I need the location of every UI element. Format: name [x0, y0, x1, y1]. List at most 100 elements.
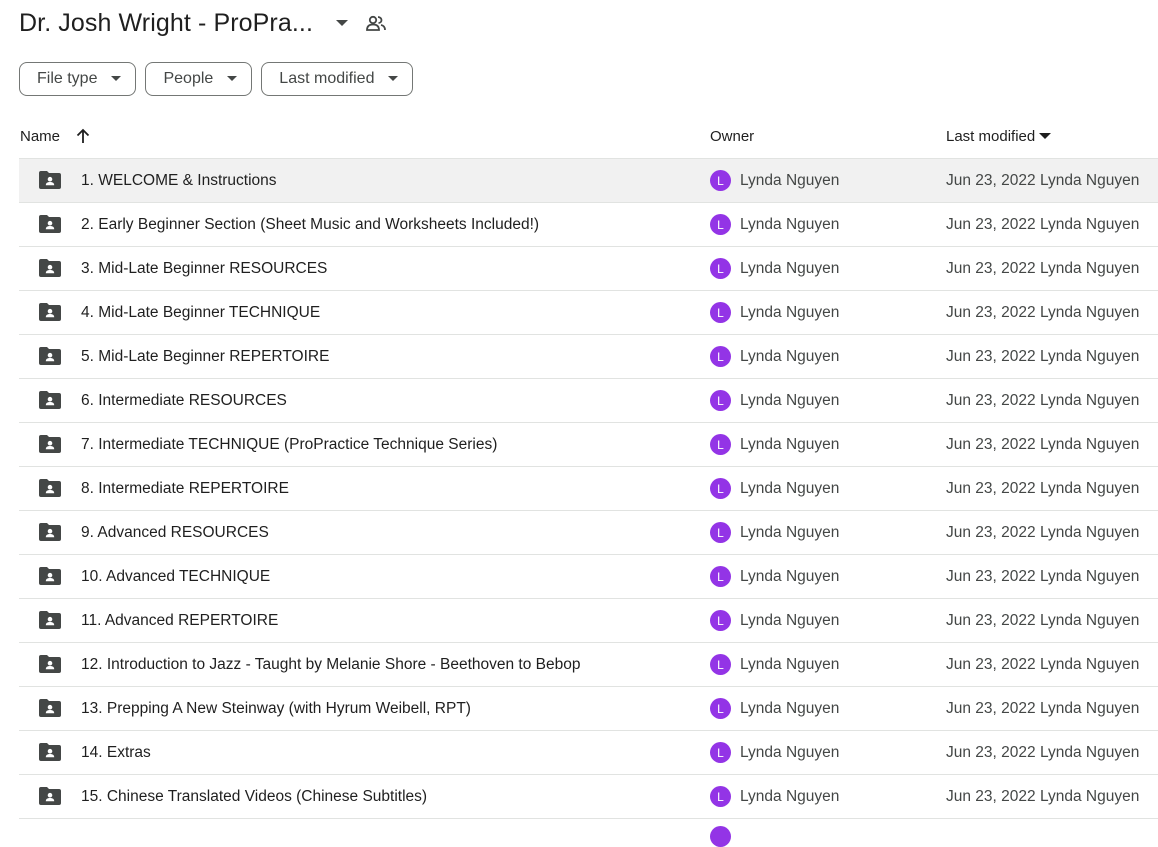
last-modified-filter-chip[interactable]: Last modified	[261, 62, 414, 96]
column-header-owner: Owner	[710, 114, 754, 158]
owner-name: Lynda Nguyen	[740, 171, 840, 189]
file-name: 15. Chinese Translated Videos (Chinese S…	[81, 787, 428, 805]
file-name: 13. Prepping A New Steinway (with Hyrum …	[81, 699, 471, 717]
table-row[interactable]: 9. Advanced RESOURCES L Lynda Nguyen Jun 23…	[19, 511, 1158, 555]
last-modified: Jun 23, 2022 Lynda Nguyen	[946, 787, 1140, 805]
table-row[interactable]: 5. Mid-Late Beginner REPERTOIRE L Lynda Ng…	[19, 335, 1158, 379]
shared-folder-icon	[39, 171, 61, 189]
owner-name: Lynda Nguyen	[740, 259, 840, 277]
column-header-last-modified[interactable]: Last modified	[946, 114, 1052, 158]
file-list-table: Name Owner Last modified 1. WELCOME & In…	[19, 114, 1158, 819]
avatar	[710, 826, 731, 847]
owner-name: Lynda Nguyen	[740, 787, 840, 805]
owner-name: Lynda Nguyen	[740, 435, 840, 453]
arrow-drop-down-icon	[388, 76, 399, 82]
folder-title[interactable]: Dr. Josh Wright - ProPra...	[19, 9, 313, 38]
table-row[interactable]: 11. Advanced REPERTOIRE L Lynda Nguyen Jun …	[19, 599, 1158, 643]
column-label: Owner	[710, 127, 755, 145]
owner-name: Lynda Nguyen	[740, 743, 840, 761]
last-modified: Jun 23, 2022 Lynda Nguyen	[946, 611, 1140, 629]
last-modified: Jun 23, 2022 Lynda Nguyen	[946, 479, 1140, 497]
owner-name: Lynda Nguyen	[740, 215, 840, 233]
avatar: L	[710, 566, 731, 587]
table-row[interactable]: 12. Introduction to Jazz - Taught by Mel…	[19, 643, 1158, 687]
table-row[interactable]: 6. Intermediate RESOURCES L Lynda Nguyen Ju…	[19, 379, 1158, 423]
avatar: L	[710, 742, 731, 763]
arrow-drop-down-icon[interactable]	[327, 8, 357, 38]
owner-name: Lynda Nguyen	[740, 303, 840, 321]
avatar: L	[710, 170, 731, 191]
shared-folder-icon	[39, 787, 61, 805]
column-header-name[interactable]: Name	[20, 114, 90, 158]
table-row[interactable]: 3. Mid-Late Beginner RESOURCES L Lynda Ngu…	[19, 247, 1158, 291]
last-modified: Jun 23, 2022 Lynda Nguyen	[946, 215, 1140, 233]
shared-folder-icon	[39, 303, 61, 321]
file-type-filter-chip[interactable]: File type	[19, 62, 137, 96]
file-name: 6. Intermediate RESOURCES	[81, 391, 287, 409]
table-row[interactable]: 4. Mid-Late Beginner TECHNIQUE L Lynda Ngu…	[19, 291, 1158, 335]
file-name: 12. Introduction to Jazz - Taught by Mel…	[81, 655, 581, 673]
table-header: Name Owner Last modified	[19, 114, 1158, 159]
folder-title-bar: Dr. Josh Wright - ProPra...	[19, 6, 389, 40]
avatar: L	[710, 434, 731, 455]
table-row[interactable]: 14. Extras L Lynda Nguyen Jun 23, 2022 Lynd…	[19, 731, 1158, 775]
table-row[interactable]: 8. Intermediate REPERTOIRE L Lynda Nguyen J…	[19, 467, 1158, 511]
arrow-drop-down-icon[interactable]	[1039, 132, 1052, 140]
shared-folder-icon	[39, 259, 61, 277]
avatar: L	[710, 302, 731, 323]
table-row[interactable]: 15. Chinese Translated Videos (Chinese S…	[19, 775, 1158, 819]
last-modified: Jun 23, 2022 Lynda Nguyen	[946, 523, 1140, 541]
shared-folder-icon	[39, 391, 61, 409]
owner-name: Lynda Nguyen	[740, 347, 840, 365]
file-name: 1. WELCOME & Instructions	[81, 171, 277, 189]
shared-folder-icon	[39, 523, 61, 541]
last-modified: Jun 23, 2022 Lynda Nguyen	[946, 699, 1140, 717]
owner-name: Lynda Nguyen	[740, 479, 840, 497]
file-name: 9. Advanced RESOURCES	[81, 523, 269, 541]
last-modified: Jun 23, 2022 Lynda Nguyen	[946, 347, 1140, 365]
avatar: L	[710, 522, 731, 543]
file-name: 11. Advanced REPERTOIRE	[81, 611, 279, 629]
avatar: L	[710, 258, 731, 279]
file-name: 10. Advanced TECHNIQUE	[81, 567, 271, 585]
owner-name: Lynda Nguyen	[740, 567, 840, 585]
last-modified: Jun 23, 2022 Lynda Nguyen	[946, 171, 1140, 189]
filter-chips: File type People Last modified	[19, 62, 414, 96]
chip-label: File type	[37, 70, 98, 87]
avatar: L	[710, 698, 731, 719]
avatar: L	[710, 610, 731, 631]
file-name: 8. Intermediate REPERTOIRE	[81, 479, 289, 497]
last-modified: Jun 23, 2022 Lynda Nguyen	[946, 655, 1140, 673]
arrow-drop-down-icon	[111, 76, 122, 82]
shared-folder-icon	[39, 479, 61, 497]
avatar: L	[710, 346, 731, 367]
table-row[interactable]: 2. Early Beginner Section (Sheet Music a…	[19, 203, 1158, 247]
file-name: 2. Early Beginner Section (Sheet Music a…	[81, 215, 540, 233]
file-name: 3. Mid-Late Beginner RESOURCES	[81, 259, 328, 277]
arrow-upward-icon[interactable]	[76, 128, 90, 144]
file-name: 4. Mid-Late Beginner TECHNIQUE	[81, 303, 321, 321]
table-row[interactable]: 7. Intermediate TECHNIQUE (ProPractice T…	[19, 423, 1158, 467]
last-modified: Jun 23, 2022 Lynda Nguyen	[946, 435, 1140, 453]
shared-folder-icon	[39, 611, 61, 629]
shared-folder-icon	[39, 435, 61, 453]
chip-label: People	[163, 70, 214, 87]
shared-folder-icon	[39, 699, 61, 717]
table-row[interactable]: 1. WELCOME & Instructions L Lynda Nguyen Ju…	[19, 159, 1158, 203]
shared-folder-icon	[39, 347, 61, 365]
people-filter-chip[interactable]: People	[145, 62, 253, 96]
arrow-drop-down-icon	[227, 76, 238, 82]
shared-folder-icon	[39, 567, 61, 585]
shared-folder-icon	[39, 655, 61, 673]
avatar: L	[710, 390, 731, 411]
avatar: L	[710, 214, 731, 235]
table-body: 1. WELCOME & Instructions L Lynda Nguyen Ju…	[19, 159, 1158, 819]
last-modified: Jun 23, 2022 Lynda Nguyen	[946, 303, 1140, 321]
table-row[interactable]: 10. Advanced TECHNIQUE L Lynda Nguyen Jun 2…	[19, 555, 1158, 599]
last-modified: Jun 23, 2022 Lynda Nguyen	[946, 743, 1140, 761]
avatar: L	[710, 478, 731, 499]
owner-name: Lynda Nguyen	[740, 391, 840, 409]
shared-folder-icon	[39, 743, 61, 761]
table-row[interactable]: 13. Prepping A New Steinway (with Hyrum …	[19, 687, 1158, 731]
column-label: Name	[20, 127, 61, 145]
